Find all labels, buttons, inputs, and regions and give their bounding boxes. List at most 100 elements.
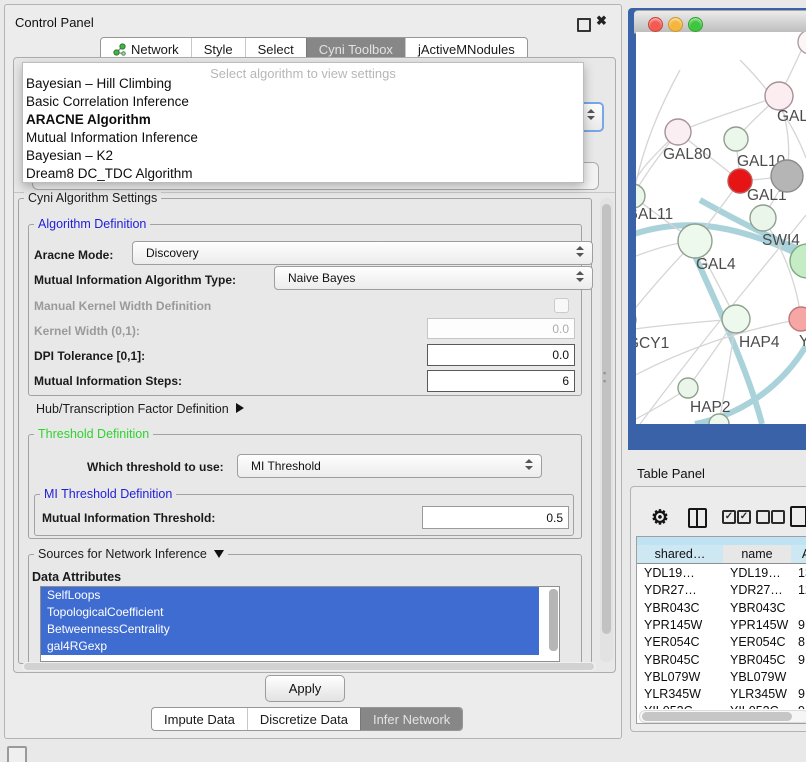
gear-icon[interactable]: ⚙: [651, 505, 669, 530]
expander-right-icon: [236, 403, 244, 413]
network-node-label: HAP2: [690, 399, 731, 416]
table-row[interactable]: YDL19…YDL19…13: [637, 565, 806, 582]
table-cell: YBL079W: [637, 669, 723, 686]
algorithm-option[interactable]: Bayesian – Hill Climbing: [26, 76, 172, 91]
table-column-header[interactable]: name: [723, 545, 792, 564]
table-row[interactable]: YPR145WYPR145W9.: [637, 617, 806, 634]
algorithm-option[interactable]: Basic Correlation Inference: [26, 94, 189, 109]
table-rows: YDL19…YDL19…13YDR27…YDR27…12YBR043CYBR04…: [637, 563, 806, 709]
minimize-window-icon[interactable]: [668, 17, 683, 32]
mi-threshold-label: Mutual Information Threshold:: [42, 511, 215, 525]
data-attributes-label: Data Attributes: [32, 570, 121, 584]
network-node[interactable]: [724, 127, 748, 151]
group-title: Cyni Algorithm Settings: [24, 191, 161, 205]
table-cell: YPR145W: [637, 617, 723, 634]
table-cell: YDR27…: [723, 582, 791, 599]
aracne-mode-combo[interactable]: Discovery: [132, 241, 593, 265]
network-node-label: GAL4: [696, 256, 736, 273]
kernel-width-label: Kernel Width (0,1):: [34, 324, 140, 338]
attribute-list-item[interactable]: SelfLoops: [41, 587, 539, 604]
group-title: MI Threshold Definition: [40, 487, 176, 501]
algorithm-option[interactable]: ARACNE Algorithm: [26, 112, 151, 127]
table-cell: YBR043C: [723, 600, 791, 617]
float-window-icon[interactable]: [577, 18, 591, 32]
network-node[interactable]: [722, 305, 750, 333]
which-threshold-combo[interactable]: MI Threshold: [237, 454, 542, 478]
algorithm-option[interactable]: Bayesian – K2: [26, 148, 113, 163]
expander-down-icon: [214, 550, 224, 558]
algorithm-option[interactable]: Mutual Information Inference: [26, 130, 198, 145]
split-columns-icon[interactable]: [688, 508, 707, 528]
mi-threshold-field[interactable]: 0.5: [422, 506, 569, 529]
tab-infer-network[interactable]: Infer Network: [360, 708, 462, 730]
attribute-list-item[interactable]: BetweennessCentrality: [41, 621, 539, 638]
tab-impute-data[interactable]: Impute Data: [152, 708, 247, 730]
unchecked-box-icon[interactable]: [771, 510, 785, 524]
table-row[interactable]: YLR345WYLR345W9.: [637, 686, 806, 703]
kernel-width-field[interactable]: 0.0: [427, 318, 575, 339]
checked-box-icon[interactable]: ✓: [737, 510, 751, 524]
restore-panel-icon[interactable]: [7, 746, 27, 762]
network-node[interactable]: [771, 160, 803, 192]
dpi-tolerance-field[interactable]: 0.0: [427, 344, 575, 366]
attribute-list-item[interactable]: gal4RGexp: [41, 638, 539, 655]
mi-algorithm-type-label: Mutual Information Algorithm Type:: [34, 273, 236, 287]
data-attributes-list[interactable]: SelfLoopsTopologicalCoefficientBetweenne…: [40, 586, 560, 662]
network-node[interactable]: [765, 82, 793, 110]
tab-label: Select: [258, 42, 294, 57]
apply-button[interactable]: Apply: [265, 675, 345, 702]
attribute-list-item[interactable]: TopologicalCoefficient: [41, 604, 539, 621]
table-row[interactable]: YER054CYER054C8.: [637, 634, 806, 651]
network-node[interactable]: [789, 307, 806, 331]
table-row[interactable]: YBR043CYBR043C: [637, 600, 806, 617]
network-node[interactable]: [678, 378, 698, 398]
table-row[interactable]: YBR045CYBR045C9.: [637, 652, 806, 669]
new-document-icon[interactable]: [790, 506, 806, 527]
settings-horizontal-scrollbar-thumb[interactable]: [24, 663, 594, 670]
network-node[interactable]: [750, 205, 776, 231]
sources-expander[interactable]: Sources for Network Inference: [34, 547, 228, 561]
table-row[interactable]: YBL079WYBL079W: [637, 669, 806, 686]
zoom-window-icon[interactable]: [688, 17, 703, 32]
unchecked-box-icon[interactable]: [756, 510, 770, 524]
hub-definition-expander[interactable]: Hub/Transcription Factor Definition: [36, 402, 244, 416]
table-cell: 8.: [791, 634, 806, 651]
table-column-header[interactable]: shared…: [637, 545, 724, 564]
spinner-arrows-icon: [576, 271, 584, 282]
mi-algorithm-type-combo[interactable]: Naive Bayes: [274, 266, 593, 290]
checked-box-icon[interactable]: ✓: [722, 510, 736, 524]
network-node-label: HAP4: [739, 334, 780, 351]
tab-label: Discretize Data: [260, 712, 348, 727]
algorithm-option[interactable]: Dream8 DC_TDC Algorithm: [26, 166, 193, 181]
network-node[interactable]: [678, 224, 712, 258]
network-node-label: GCY1: [636, 335, 669, 352]
mi-steps-field[interactable]: 6: [427, 370, 575, 392]
table-row[interactable]: YIL052CYIL052C9.: [637, 703, 806, 709]
network-edge[interactable]: [678, 96, 779, 132]
network-node[interactable]: [665, 119, 691, 145]
network-window-titlebar[interactable]: [634, 10, 806, 34]
list-scrollbar-thumb[interactable]: [549, 589, 558, 651]
manual-kernel-width-checkbox[interactable]: [554, 298, 569, 313]
tab-discretize-data[interactable]: Discretize Data: [247, 708, 360, 730]
table-horizontal-scrollbar[interactable]: [639, 710, 806, 723]
settings-vertical-scrollbar-thumb[interactable]: [602, 204, 611, 634]
table-horizontal-scrollbar-thumb[interactable]: [642, 712, 792, 721]
table-cell: YBR043C: [637, 600, 723, 617]
table-cell: YIL052C: [723, 703, 791, 709]
spinner-arrows-icon: [576, 246, 584, 257]
table-cell: YER054C: [723, 634, 791, 651]
sources-title: Sources for Network Inference: [38, 547, 207, 561]
table-cell: 13: [791, 565, 806, 582]
close-window-icon[interactable]: [648, 17, 663, 32]
spinner-arrows-icon: [587, 109, 595, 120]
table-cell: YDL19…: [723, 565, 791, 582]
tab-label: Cyni Toolbox: [319, 42, 393, 57]
table-header-strip: [637, 537, 806, 545]
table-row[interactable]: YDR27…YDR27…12: [637, 582, 806, 599]
network-canvas[interactable]: GALGAL80GAL10GAL1GAL11SWI4GAL4GCY1HAP4YH…: [636, 32, 806, 424]
table-column-header[interactable]: A: [791, 545, 806, 564]
splitter-handle[interactable]: ▪▪: [603, 369, 608, 377]
network-node[interactable]: [798, 32, 806, 54]
close-icon[interactable]: ✖: [596, 13, 607, 29]
